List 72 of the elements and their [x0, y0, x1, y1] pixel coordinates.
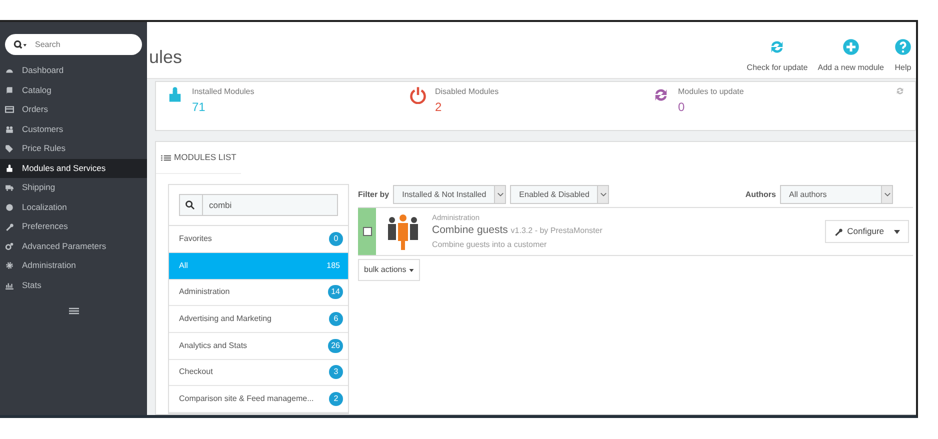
sidebar-item[interactable]: Modules and Services [0, 158, 147, 178]
caret-icon [409, 268, 414, 272]
people-icon [386, 214, 420, 250]
count-badge: 14 [328, 285, 343, 300]
bulk-actions-button[interactable]: bulk actions [358, 259, 420, 282]
book-icon [5, 86, 14, 95]
toolbar-button[interactable]: Check for update [746, 38, 808, 74]
search-icon [185, 200, 195, 210]
globe-icon [5, 202, 14, 212]
module-name: Combine guests [432, 224, 508, 236]
sidebar-item[interactable]: Preferences [0, 217, 147, 236]
module-version: v1.3.2 - by PrestaMonster [510, 226, 602, 236]
chevron-icon [600, 192, 607, 198]
plus-icon [842, 38, 860, 56]
filter-dropdown[interactable]: Enabled & Disabled [510, 185, 610, 204]
sidebar-item[interactable]: Stats [0, 276, 147, 295]
refresh-icon [895, 86, 905, 96]
sidebar-item[interactable]: Orders [0, 100, 147, 120]
category-item[interactable]: Analytics and Stats 26 [169, 332, 348, 360]
help-icon [894, 38, 912, 56]
gears-icon [5, 242, 14, 251]
stat-label: Installed Modules [192, 86, 254, 98]
card-icon [5, 105, 14, 114]
sidebar-item[interactable]: Catalog [0, 80, 147, 100]
count-badge: 0 [329, 232, 343, 246]
people-icon [5, 124, 14, 134]
chevron-icon [496, 192, 504, 198]
search-field[interactable]: Search [5, 34, 142, 55]
stat-value: 2 [435, 99, 443, 116]
sidebar-item[interactable]: Administration [0, 256, 147, 276]
filter-label: Filter by [358, 188, 390, 201]
stat-value: 71 [192, 99, 206, 116]
checkbox[interactable] [362, 227, 372, 236]
stat-value: 0 [678, 99, 686, 116]
count-badge: 2 [329, 392, 343, 406]
count-label: 185 [326, 260, 341, 272]
category-item[interactable]: Advertising and Marketing 6 [169, 306, 348, 333]
wrench-icon [834, 227, 844, 236]
sidebar-item[interactable]: Price Rules [0, 139, 147, 158]
truck-icon [5, 183, 14, 192]
menu-icon [68, 307, 78, 315]
filter-dropdown[interactable]: All authors [780, 185, 893, 204]
count-badge: 6 [329, 312, 343, 326]
category-item[interactable]: Checkout 3 [169, 360, 348, 386]
count-badge: 26 [328, 338, 343, 353]
configure-button[interactable]: Configure [825, 220, 909, 244]
sidebar-item[interactable]: Customers [0, 120, 147, 139]
tag-icon [5, 144, 14, 154]
authors-label: Authors [745, 188, 776, 201]
list-icon [161, 154, 171, 162]
chevron-icon [884, 192, 890, 198]
stat-label: Disabled Modules [435, 86, 499, 98]
gear-icon [5, 261, 14, 270]
count-badge: 3 [329, 365, 343, 380]
sidebar-item[interactable]: Shipping [0, 178, 147, 198]
chart-icon [5, 280, 14, 290]
wrench-icon [5, 222, 14, 232]
toolbar-button[interactable]: Add a new module [818, 38, 884, 74]
sidebar-item[interactable]: Dashboard [0, 61, 147, 80]
filter-dropdown[interactable]: Installed & Not Installed [393, 185, 506, 204]
category-item[interactable]: Administration 14 [169, 280, 348, 306]
category-item[interactable]: Comparison site & Feed manageme... 2 [169, 386, 348, 413]
sidebar-item[interactable]: Localization [0, 198, 147, 217]
caret-icon [894, 230, 900, 234]
panel-title: MODULES LIST [174, 151, 236, 164]
sidebar-item[interactable]: Advanced Parameters [0, 236, 147, 256]
stat-label: Modules to update [678, 86, 744, 98]
search-field[interactable]: combi [179, 194, 338, 216]
puzzle-icon [5, 164, 14, 173]
toolbar-button[interactable]: Help [894, 38, 912, 74]
module-description: Combine guests into a customer [432, 239, 548, 252]
page-title: ules [149, 47, 182, 69]
